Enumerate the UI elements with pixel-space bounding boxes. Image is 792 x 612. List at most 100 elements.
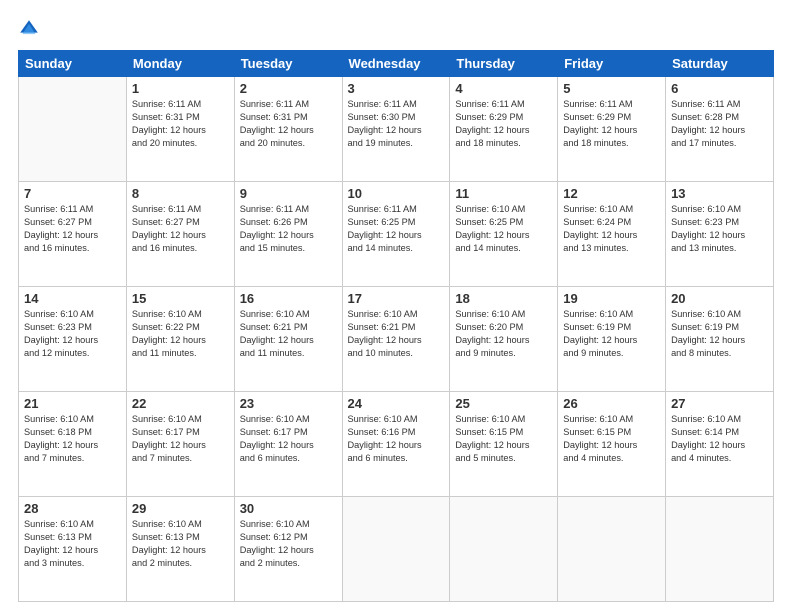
day-number: 2 <box>240 81 337 96</box>
day-cell: 15 Sunrise: 6:10 AMSunset: 6:22 PMDayligh… <box>126 287 234 392</box>
day-cell: 14 Sunrise: 6:10 AMSunset: 6:23 PMDayligh… <box>19 287 127 392</box>
day-info: Sunrise: 6:10 AMSunset: 6:16 PMDaylight:… <box>348 413 445 465</box>
day-info: Sunrise: 6:11 AMSunset: 6:31 PMDaylight:… <box>132 98 229 150</box>
weekday-header-thursday: Thursday <box>450 51 558 77</box>
day-cell: 9 Sunrise: 6:11 AMSunset: 6:26 PMDaylight… <box>234 182 342 287</box>
day-cell: 26 Sunrise: 6:10 AMSunset: 6:15 PMDayligh… <box>558 392 666 497</box>
header <box>18 18 774 40</box>
day-info: Sunrise: 6:10 AMSunset: 6:22 PMDaylight:… <box>132 308 229 360</box>
day-info: Sunrise: 6:10 AMSunset: 6:18 PMDaylight:… <box>24 413 121 465</box>
day-number: 27 <box>671 396 768 411</box>
week-row-5: 28 Sunrise: 6:10 AMSunset: 6:13 PMDayligh… <box>19 497 774 602</box>
day-info: Sunrise: 6:11 AMSunset: 6:27 PMDaylight:… <box>24 203 121 255</box>
day-info: Sunrise: 6:11 AMSunset: 6:29 PMDaylight:… <box>455 98 552 150</box>
day-cell: 7 Sunrise: 6:11 AMSunset: 6:27 PMDaylight… <box>19 182 127 287</box>
weekday-header-sunday: Sunday <box>19 51 127 77</box>
day-cell: 2 Sunrise: 6:11 AMSunset: 6:31 PMDaylight… <box>234 77 342 182</box>
day-cell: 24 Sunrise: 6:10 AMSunset: 6:16 PMDayligh… <box>342 392 450 497</box>
day-info: Sunrise: 6:10 AMSunset: 6:21 PMDaylight:… <box>240 308 337 360</box>
day-cell: 27 Sunrise: 6:10 AMSunset: 6:14 PMDayligh… <box>666 392 774 497</box>
day-info: Sunrise: 6:10 AMSunset: 6:15 PMDaylight:… <box>563 413 660 465</box>
day-number: 16 <box>240 291 337 306</box>
day-cell <box>666 497 774 602</box>
day-number: 8 <box>132 186 229 201</box>
day-number: 7 <box>24 186 121 201</box>
day-cell: 6 Sunrise: 6:11 AMSunset: 6:28 PMDaylight… <box>666 77 774 182</box>
day-cell: 28 Sunrise: 6:10 AMSunset: 6:13 PMDayligh… <box>19 497 127 602</box>
day-cell: 13 Sunrise: 6:10 AMSunset: 6:23 PMDayligh… <box>666 182 774 287</box>
day-info: Sunrise: 6:11 AMSunset: 6:28 PMDaylight:… <box>671 98 768 150</box>
day-number: 13 <box>671 186 768 201</box>
day-cell: 5Sunrise: 6:11 AMSunset: 6:29 PMDaylight… <box>558 77 666 182</box>
day-cell: 25 Sunrise: 6:10 AMSunset: 6:15 PMDayligh… <box>450 392 558 497</box>
day-info: Sunrise: 6:10 AMSunset: 6:20 PMDaylight:… <box>455 308 552 360</box>
day-number: 24 <box>348 396 445 411</box>
page: SundayMondayTuesdayWednesdayThursdayFrid… <box>0 0 792 612</box>
day-info: Sunrise: 6:10 AMSunset: 6:17 PMDaylight:… <box>132 413 229 465</box>
weekday-header-tuesday: Tuesday <box>234 51 342 77</box>
day-cell <box>19 77 127 182</box>
day-info: Sunrise: 6:11 AMSunset: 6:30 PMDaylight:… <box>348 98 445 150</box>
day-number: 6 <box>671 81 768 96</box>
day-number: 10 <box>348 186 445 201</box>
day-cell: 19 Sunrise: 6:10 AMSunset: 6:19 PMDayligh… <box>558 287 666 392</box>
day-number: 22 <box>132 396 229 411</box>
day-cell: 29Sunrise: 6:10 AMSunset: 6:13 PMDayligh… <box>126 497 234 602</box>
day-info: Sunrise: 6:11 AMSunset: 6:31 PMDaylight:… <box>240 98 337 150</box>
day-number: 11 <box>455 186 552 201</box>
day-info: Sunrise: 6:10 AMSunset: 6:25 PMDaylight:… <box>455 203 552 255</box>
day-info: Sunrise: 6:11 AMSunset: 6:27 PMDaylight:… <box>132 203 229 255</box>
week-row-4: 21 Sunrise: 6:10 AMSunset: 6:18 PMDayligh… <box>19 392 774 497</box>
day-info: Sunrise: 6:10 AMSunset: 6:23 PMDaylight:… <box>24 308 121 360</box>
day-cell: 11 Sunrise: 6:10 AMSunset: 6:25 PMDayligh… <box>450 182 558 287</box>
day-info: Sunrise: 6:10 AMSunset: 6:19 PMDaylight:… <box>563 308 660 360</box>
day-cell: 3 Sunrise: 6:11 AMSunset: 6:30 PMDaylight… <box>342 77 450 182</box>
day-number: 25 <box>455 396 552 411</box>
day-number: 17 <box>348 291 445 306</box>
day-info: Sunrise: 6:10 AMSunset: 6:14 PMDaylight:… <box>671 413 768 465</box>
day-info: Sunrise: 6:11 AMSunset: 6:26 PMDaylight:… <box>240 203 337 255</box>
day-number: 28 <box>24 501 121 516</box>
day-info: Sunrise: 6:10 AMSunset: 6:21 PMDaylight:… <box>348 308 445 360</box>
day-number: 19 <box>563 291 660 306</box>
day-cell: 16 Sunrise: 6:10 AMSunset: 6:21 PMDayligh… <box>234 287 342 392</box>
weekday-header-wednesday: Wednesday <box>342 51 450 77</box>
logo-icon <box>18 18 40 40</box>
day-number: 15 <box>132 291 229 306</box>
day-number: 18 <box>455 291 552 306</box>
day-cell: 10 Sunrise: 6:11 AMSunset: 6:25 PMDayligh… <box>342 182 450 287</box>
day-info: Sunrise: 6:10 AMSunset: 6:12 PMDaylight:… <box>240 518 337 570</box>
day-info: Sunrise: 6:10 AMSunset: 6:13 PMDaylight:… <box>24 518 121 570</box>
day-cell <box>342 497 450 602</box>
day-info: Sunrise: 6:11 AMSunset: 6:29 PMDaylight:… <box>563 98 660 150</box>
weekday-header-row: SundayMondayTuesdayWednesdayThursdayFrid… <box>19 51 774 77</box>
day-info: Sunrise: 6:10 AMSunset: 6:23 PMDaylight:… <box>671 203 768 255</box>
day-cell: 23Sunrise: 6:10 AMSunset: 6:17 PMDayligh… <box>234 392 342 497</box>
weekday-header-saturday: Saturday <box>666 51 774 77</box>
day-number: 9 <box>240 186 337 201</box>
day-number: 20 <box>671 291 768 306</box>
weekday-header-monday: Monday <box>126 51 234 77</box>
week-row-3: 14 Sunrise: 6:10 AMSunset: 6:23 PMDayligh… <box>19 287 774 392</box>
day-cell: 1Sunrise: 6:11 AMSunset: 6:31 PMDaylight… <box>126 77 234 182</box>
day-number: 29 <box>132 501 229 516</box>
day-cell <box>558 497 666 602</box>
weekday-header-friday: Friday <box>558 51 666 77</box>
day-cell: 30Sunrise: 6:10 AMSunset: 6:12 PMDayligh… <box>234 497 342 602</box>
day-number: 4 <box>455 81 552 96</box>
day-info: Sunrise: 6:11 AMSunset: 6:25 PMDaylight:… <box>348 203 445 255</box>
day-number: 14 <box>24 291 121 306</box>
logo <box>18 18 44 40</box>
day-number: 26 <box>563 396 660 411</box>
day-number: 12 <box>563 186 660 201</box>
day-info: Sunrise: 6:10 AMSunset: 6:19 PMDaylight:… <box>671 308 768 360</box>
day-cell: 8 Sunrise: 6:11 AMSunset: 6:27 PMDaylight… <box>126 182 234 287</box>
day-cell: 21 Sunrise: 6:10 AMSunset: 6:18 PMDayligh… <box>19 392 127 497</box>
calendar-table: SundayMondayTuesdayWednesdayThursdayFrid… <box>18 50 774 602</box>
day-cell: 12Sunrise: 6:10 AMSunset: 6:24 PMDayligh… <box>558 182 666 287</box>
day-cell: 4 Sunrise: 6:11 AMSunset: 6:29 PMDaylight… <box>450 77 558 182</box>
day-cell: 17 Sunrise: 6:10 AMSunset: 6:21 PMDayligh… <box>342 287 450 392</box>
day-info: Sunrise: 6:10 AMSunset: 6:15 PMDaylight:… <box>455 413 552 465</box>
day-number: 21 <box>24 396 121 411</box>
day-number: 3 <box>348 81 445 96</box>
